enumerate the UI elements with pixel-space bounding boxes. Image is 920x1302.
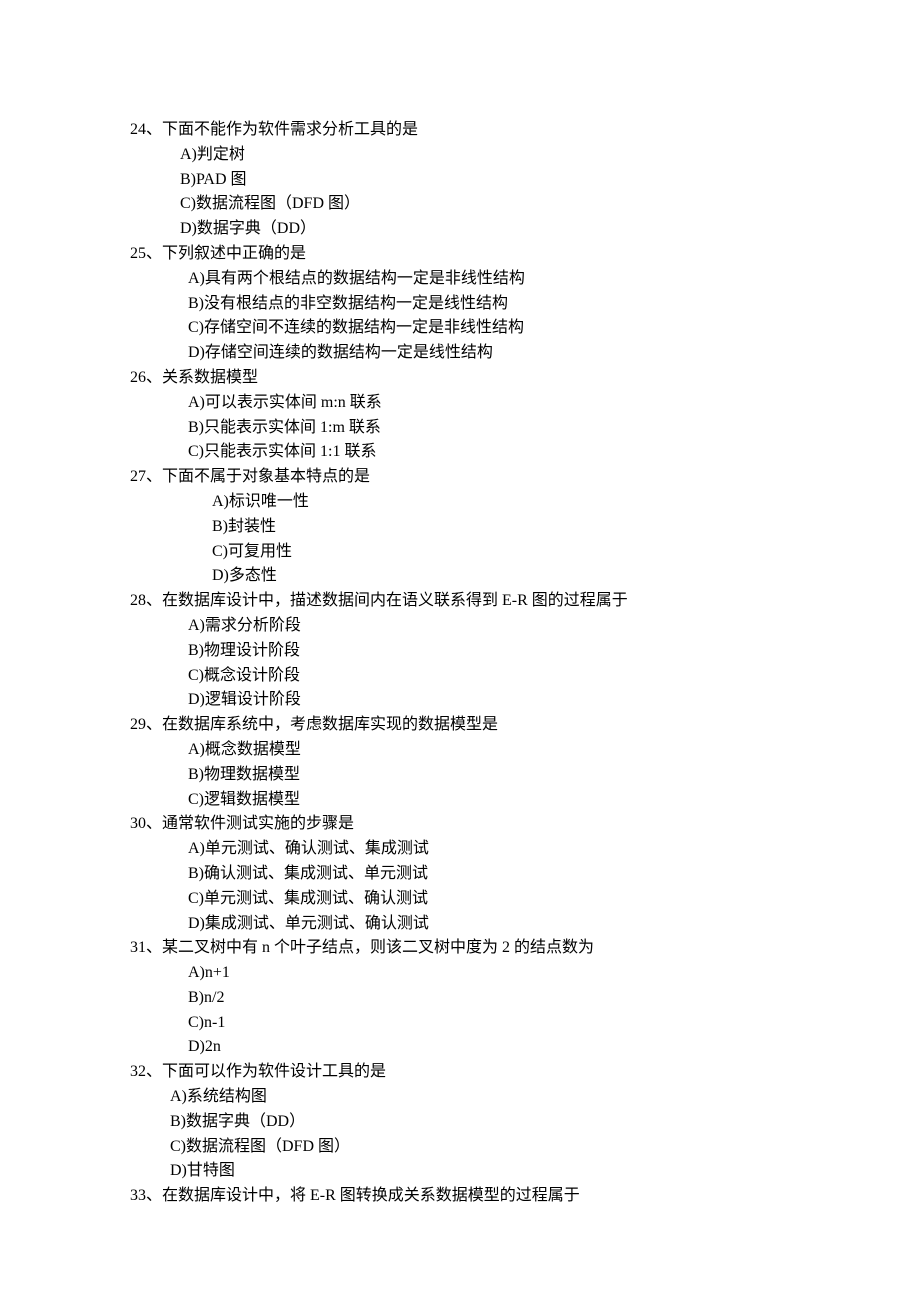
question-stem: 通常软件测试实施的步骤是	[162, 815, 354, 832]
question-stem: 下面可以作为软件设计工具的是	[162, 1063, 386, 1080]
question-text: 27、下面不属于对象基本特点的是	[130, 465, 790, 490]
question-item: 24、下面不能作为软件需求分析工具的是A)判定树B)PAD 图C)数据流程图（D…	[130, 118, 790, 242]
question-item: 25、下列叙述中正确的是A)具有两个根结点的数据结构一定是非线性结构B)没有根结…	[130, 242, 790, 366]
option-item: D)存储空间连续的数据结构一定是线性结构	[188, 341, 790, 366]
options-list: A)系统结构图B)数据字典（DD）C)数据流程图（DFD 图）D)甘特图	[130, 1085, 790, 1184]
option-item: A)标识唯一性	[212, 490, 790, 515]
options-list: A)需求分析阶段B)物理设计阶段C)概念设计阶段D)逻辑设计阶段	[130, 614, 790, 713]
options-list: A)单元测试、确认测试、集成测试B)确认测试、集成测试、单元测试C)单元测试、集…	[130, 837, 790, 936]
option-item: C)只能表示实体间 1:1 联系	[188, 440, 790, 465]
question-stem: 下面不属于对象基本特点的是	[162, 468, 370, 485]
option-item: D)2n	[188, 1035, 790, 1060]
option-item: C)数据流程图（DFD 图）	[170, 1135, 790, 1160]
option-item: C)存储空间不连续的数据结构一定是非线性结构	[188, 316, 790, 341]
option-item: C)逻辑数据模型	[188, 788, 790, 813]
question-item: 30、通常软件测试实施的步骤是A)单元测试、确认测试、集成测试B)确认测试、集成…	[130, 812, 790, 936]
question-item: 29、在数据库系统中，考虑数据库实现的数据模型是A)概念数据模型B)物理数据模型…	[130, 713, 790, 812]
option-item: A)可以表示实体间 m:n 联系	[188, 391, 790, 416]
option-item: A)判定树	[180, 143, 790, 168]
option-item: A)需求分析阶段	[188, 614, 790, 639]
question-text: 25、下列叙述中正确的是	[130, 242, 790, 267]
question-text: 33、在数据库设计中，将 E-R 图转换成关系数据模型的过程属于	[130, 1184, 790, 1209]
question-item: 32、下面可以作为软件设计工具的是A)系统结构图B)数据字典（DD）C)数据流程…	[130, 1060, 790, 1184]
option-item: B)n/2	[188, 986, 790, 1011]
option-item: B)封装性	[212, 515, 790, 540]
question-number: 24、	[130, 121, 162, 138]
question-number: 27、	[130, 468, 162, 485]
question-text: 28、在数据库设计中，描述数据间内在语义联系得到 E-R 图的过程属于	[130, 589, 790, 614]
options-list: A)判定树B)PAD 图C)数据流程图（DFD 图）D)数据字典（DD）	[130, 143, 790, 242]
question-number: 32、	[130, 1063, 162, 1080]
question-stem: 在数据库设计中，将 E-R 图转换成关系数据模型的过程属于	[162, 1187, 580, 1204]
option-item: D)逻辑设计阶段	[188, 688, 790, 713]
question-item: 27、下面不属于对象基本特点的是A)标识唯一性B)封装性C)可复用性D)多态性	[130, 465, 790, 589]
options-list: A)n+1B)n/2C)n-1D)2n	[130, 961, 790, 1060]
options-list: A)标识唯一性B)封装性C)可复用性D)多态性	[130, 490, 790, 589]
option-item: A)n+1	[188, 961, 790, 986]
question-text: 31、某二叉树中有 n 个叶子结点，则该二叉树中度为 2 的结点数为	[130, 936, 790, 961]
question-text: 29、在数据库系统中，考虑数据库实现的数据模型是	[130, 713, 790, 738]
question-number: 30、	[130, 815, 162, 832]
question-number: 31、	[130, 939, 162, 956]
question-number: 28、	[130, 592, 162, 609]
question-stem: 关系数据模型	[162, 369, 258, 386]
option-item: D)多态性	[212, 564, 790, 589]
option-item: C)数据流程图（DFD 图）	[180, 192, 790, 217]
option-item: B)没有根结点的非空数据结构一定是线性结构	[188, 292, 790, 317]
question-number: 25、	[130, 245, 162, 262]
question-item: 28、在数据库设计中，描述数据间内在语义联系得到 E-R 图的过程属于A)需求分…	[130, 589, 790, 713]
option-item: B)确认测试、集成测试、单元测试	[188, 862, 790, 887]
question-text: 24、下面不能作为软件需求分析工具的是	[130, 118, 790, 143]
option-item: C)可复用性	[212, 540, 790, 565]
question-number: 26、	[130, 369, 162, 386]
option-item: D)集成测试、单元测试、确认测试	[188, 912, 790, 937]
question-text: 32、下面可以作为软件设计工具的是	[130, 1060, 790, 1085]
question-stem: 某二叉树中有 n 个叶子结点，则该二叉树中度为 2 的结点数为	[162, 939, 594, 956]
option-item: A)系统结构图	[170, 1085, 790, 1110]
option-item: D)甘特图	[170, 1159, 790, 1184]
option-item: C)概念设计阶段	[188, 664, 790, 689]
option-item: A)概念数据模型	[188, 738, 790, 763]
option-item: B)物理设计阶段	[188, 639, 790, 664]
options-list: A)可以表示实体间 m:n 联系B)只能表示实体间 1:m 联系C)只能表示实体…	[130, 391, 790, 465]
option-item: B)物理数据模型	[188, 763, 790, 788]
question-number: 33、	[130, 1187, 162, 1204]
option-item: A)单元测试、确认测试、集成测试	[188, 837, 790, 862]
question-number: 29、	[130, 716, 162, 733]
options-list: A)具有两个根结点的数据结构一定是非线性结构B)没有根结点的非空数据结构一定是线…	[130, 267, 790, 366]
options-list: A)概念数据模型B)物理数据模型C)逻辑数据模型	[130, 738, 790, 812]
question-item: 31、某二叉树中有 n 个叶子结点，则该二叉树中度为 2 的结点数为A)n+1B…	[130, 936, 790, 1060]
question-stem: 下面不能作为软件需求分析工具的是	[162, 121, 418, 138]
option-item: C)单元测试、集成测试、确认测试	[188, 887, 790, 912]
option-item: B)数据字典（DD）	[170, 1110, 790, 1135]
option-item: D)数据字典（DD）	[180, 217, 790, 242]
option-item: A)具有两个根结点的数据结构一定是非线性结构	[188, 267, 790, 292]
option-item: B)PAD 图	[180, 168, 790, 193]
question-stem: 在数据库设计中，描述数据间内在语义联系得到 E-R 图的过程属于	[162, 592, 628, 609]
question-text: 26、关系数据模型	[130, 366, 790, 391]
option-item: C)n-1	[188, 1011, 790, 1036]
question-stem: 下列叙述中正确的是	[162, 245, 306, 262]
question-stem: 在数据库系统中，考虑数据库实现的数据模型是	[162, 716, 498, 733]
question-item: 26、关系数据模型A)可以表示实体间 m:n 联系B)只能表示实体间 1:m 联…	[130, 366, 790, 465]
question-text: 30、通常软件测试实施的步骤是	[130, 812, 790, 837]
question-item: 33、在数据库设计中，将 E-R 图转换成关系数据模型的过程属于	[130, 1184, 790, 1209]
option-item: B)只能表示实体间 1:m 联系	[188, 416, 790, 441]
